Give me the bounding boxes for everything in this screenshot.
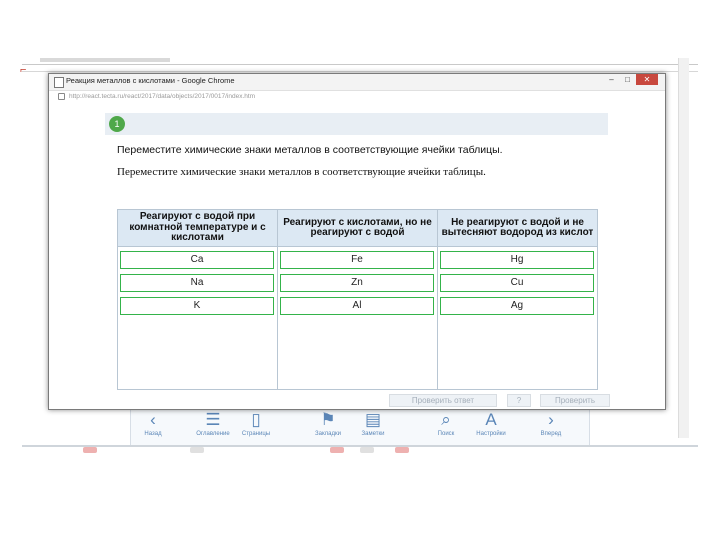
nav-settings[interactable]: A Настройки <box>461 410 521 438</box>
check-answer-button[interactable]: Проверить ответ <box>389 394 497 407</box>
nav-label: Настройки <box>476 431 506 437</box>
drop-cell[interactable]: Ag <box>440 297 594 315</box>
background-tab-text <box>40 58 170 62</box>
answer-table: Реагируют с водой при комнатной температ… <box>117 209 598 390</box>
window-title: Реакция металлов с кислотами - Google Ch… <box>66 76 235 85</box>
drop-cell[interactable]: Na <box>120 274 274 292</box>
chrome-window: Реакция металлов с кислотами - Google Ch… <box>48 73 666 410</box>
column-header: Реагируют с кислотами, но не реагируют с… <box>278 210 437 247</box>
nav-label: Вперед <box>540 431 562 437</box>
background-toolbar-line <box>22 64 698 65</box>
nav-label: Заметки <box>361 431 385 437</box>
nav-back[interactable]: ‹ Назад <box>123 410 183 438</box>
nav-notes[interactable]: ▤ Заметки <box>343 410 403 438</box>
background-toolbar-line <box>22 71 698 72</box>
task-instruction-repeat: Переместите химические знаки металлов в … <box>117 166 486 178</box>
table-column: Реагируют с водой при комнатной температ… <box>118 210 278 389</box>
taskbar-icon[interactable] <box>83 447 97 453</box>
font-settings-icon: A <box>485 410 497 429</box>
drop-cell[interactable]: Cu <box>440 274 594 292</box>
notes-icon: ▤ <box>364 410 382 429</box>
background-scrollbar[interactable] <box>678 58 689 438</box>
drop-cell[interactable]: Al <box>280 297 434 315</box>
drop-cell[interactable]: Ca <box>120 251 274 269</box>
minimize-button[interactable]: – <box>604 74 619 85</box>
question-number-badge: 1 <box>109 116 125 132</box>
nav-forward[interactable]: › Вперед <box>521 410 581 438</box>
table-column: Реагируют с кислотами, но не реагируют с… <box>278 210 438 389</box>
table-column: Не реагируют с водой и не вытесняют водо… <box>438 210 598 389</box>
question-header: 1 <box>105 113 608 135</box>
taskbar-icon[interactable] <box>360 447 374 453</box>
nav-label: Страницы <box>241 431 271 437</box>
address-bar[interactable]: http://react.tecta.ru/react/2017/data/ob… <box>49 91 665 105</box>
drop-cell[interactable]: Fe <box>280 251 434 269</box>
drop-cell[interactable]: Zn <box>280 274 434 292</box>
help-button[interactable]: ? <box>507 394 531 407</box>
page-icon <box>54 77 64 88</box>
url-text[interactable]: http://react.tecta.ru/react/2017/data/ob… <box>69 93 255 100</box>
window-titlebar[interactable]: Реакция металлов с кислотами - Google Ch… <box>49 74 665 91</box>
chevron-right-icon: › <box>548 410 554 429</box>
drop-cell[interactable]: Hg <box>440 251 594 269</box>
lock-icon <box>58 93 65 100</box>
close-button[interactable]: ✕ <box>636 74 658 85</box>
column-header: Реагируют с водой при комнатной температ… <box>118 210 277 247</box>
taskbar-icon[interactable] <box>330 447 344 453</box>
next-button[interactable]: Проверить <box>540 394 610 407</box>
maximize-button[interactable]: □ <box>620 74 635 85</box>
nav-pages[interactable]: ▯ Страницы <box>226 410 286 438</box>
taskbar-icon[interactable] <box>395 447 409 453</box>
book-icon: ▯ <box>251 410 261 429</box>
drop-cell[interactable]: K <box>120 297 274 315</box>
task-instruction: Переместите химические знаки металлов в … <box>117 144 503 156</box>
background-marker: ⌐ <box>20 64 27 76</box>
chevron-left-icon: ‹ <box>150 410 156 429</box>
column-header: Не реагируют с водой и не вытесняют водо… <box>438 210 597 247</box>
page-content: 1 Переместите химические знаки металлов … <box>49 104 665 409</box>
taskbar-icon[interactable] <box>190 447 204 453</box>
nav-label: Назад <box>144 431 162 437</box>
